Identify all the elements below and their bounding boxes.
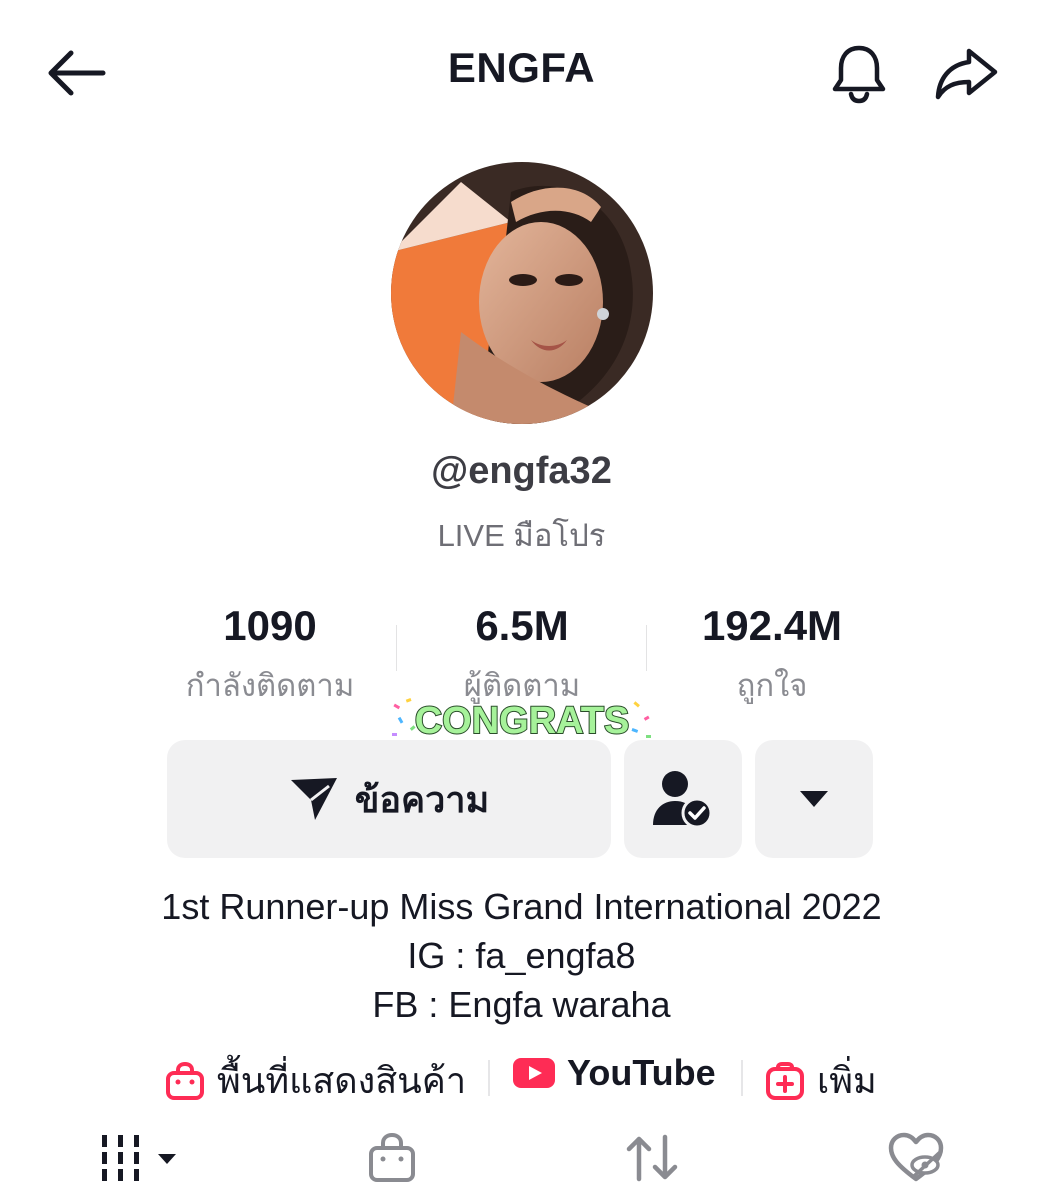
message-button[interactable]: ข้อความ	[167, 740, 611, 858]
message-button-label: ข้อความ	[354, 778, 490, 820]
bell-icon	[832, 45, 886, 104]
congrats-sticker: CONGRATS	[388, 695, 656, 745]
suggested-accounts-button[interactable]	[755, 740, 873, 858]
tab-liked[interactable]	[884, 1128, 948, 1188]
likes-count: 192.4M	[701, 602, 843, 649]
likes-label: ถูกใจ	[736, 668, 808, 703]
notifications-button[interactable]	[824, 40, 894, 106]
showcase-link-label: พื้นที่แสดงสินค้า	[217, 1060, 467, 1101]
add-box-icon	[766, 1061, 804, 1100]
link-divider	[488, 1060, 490, 1096]
avatar[interactable]	[391, 162, 653, 424]
youtube-icon	[513, 1058, 555, 1088]
repost-icon	[626, 1134, 678, 1182]
share-icon	[935, 48, 998, 100]
username: @engfa32	[431, 450, 612, 492]
profile-photo	[391, 162, 653, 424]
caret-down-icon	[800, 791, 828, 807]
tab-videos[interactable]	[96, 1128, 186, 1188]
shopping-bag-icon	[369, 1132, 415, 1182]
hidden-heart-icon	[888, 1132, 944, 1182]
youtube-link-label: YouTube	[567, 1052, 716, 1093]
shopping-bag-icon	[166, 1061, 204, 1100]
congrats-text: CONGRATS	[415, 700, 630, 742]
add-link-label: เพิ่ม	[817, 1060, 877, 1101]
showcase-link[interactable]: พื้นที่แสดงสินค้า	[165, 1052, 466, 1109]
bio-line: IG : fa_engfa8	[407, 935, 636, 976]
send-icon	[290, 778, 337, 820]
bio-line: 1st Runner-up Miss Grand International 2…	[161, 886, 882, 927]
tab-shop[interactable]	[362, 1128, 422, 1188]
stat-likes[interactable]: 192.4M ถูกใจ	[622, 600, 922, 710]
add-link[interactable]: เพิ่ม	[765, 1052, 877, 1109]
youtube-link[interactable]: YouTube	[513, 1052, 716, 1094]
tab-reposts[interactable]	[620, 1128, 684, 1188]
profile-subtitle: LIVE มือโปร	[437, 518, 606, 553]
link-divider	[741, 1060, 743, 1096]
user-check-icon	[653, 771, 713, 829]
bio-line: FB : Engfa waraha	[372, 984, 671, 1025]
grid-icon	[102, 1135, 176, 1181]
share-button[interactable]	[930, 40, 1002, 106]
following-status-button[interactable]	[624, 740, 742, 858]
